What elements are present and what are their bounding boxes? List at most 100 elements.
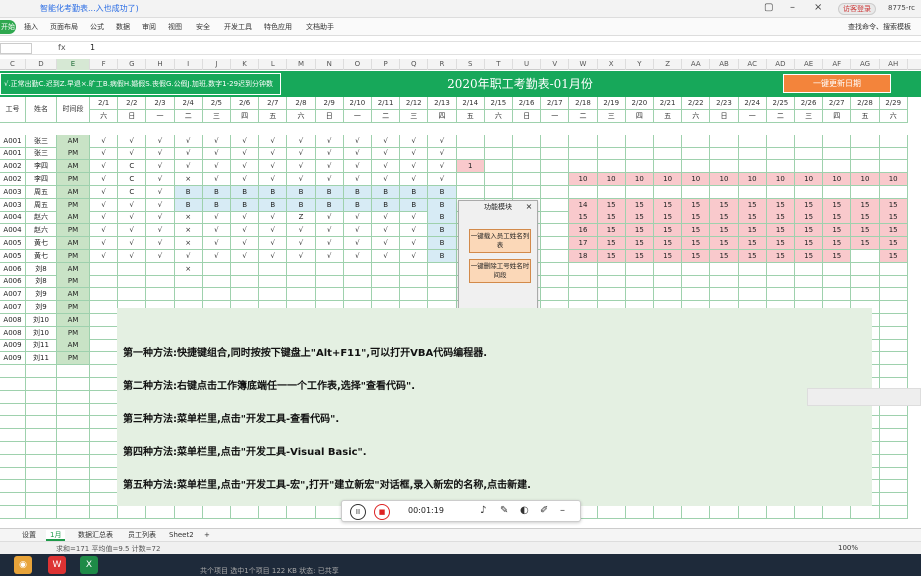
attendance-cell[interactable]: 15 [597,249,626,263]
attendance-cell[interactable]: 15 [710,198,739,212]
attendance-cell[interactable] [879,288,908,302]
cell-name[interactable]: 刘11 [26,352,57,366]
empty-cell[interactable] [823,505,852,519]
attendance-cell[interactable]: 10 [682,173,711,186]
attendance-cell[interactable]: √ [372,211,401,225]
attendance-cell[interactable]: √ [146,249,175,263]
date-header[interactable]: 2/16 [513,97,542,110]
empty-cell[interactable] [57,505,90,519]
date-header[interactable]: 2/4 [174,97,203,110]
weekday-header[interactable]: 五 [259,109,288,123]
attendance-cell[interactable] [682,147,711,161]
attendance-cell[interactable] [654,147,683,161]
column-header[interactable]: W [569,59,598,70]
attendance-cell[interactable] [823,262,852,276]
attendance-cell[interactable]: 15 [738,211,767,225]
attendance-cell[interactable]: √ [400,147,429,161]
attendance-cell[interactable]: √ [315,173,344,186]
minimize-icon[interactable]: – [560,505,565,516]
attendance-cell[interactable]: 15 [625,198,654,212]
attendance-cell[interactable]: √ [174,147,203,161]
attendance-cell[interactable]: 18 [569,249,598,263]
attendance-cell[interactable]: √ [231,237,260,250]
attendance-cell[interactable]: √ [146,237,175,250]
attendance-cell[interactable]: √ [315,211,344,225]
attendance-cell[interactable]: √ [90,134,119,148]
attendance-cell[interactable]: √ [146,198,175,212]
attendance-cell[interactable] [541,237,570,250]
delete-staff-button[interactable]: 一键删除工号姓名时间段 [469,259,531,283]
cell-id[interactable]: A005 [0,249,26,263]
cell-name[interactable]: 刘10 [26,326,57,340]
date-header[interactable]: 2/1 [90,97,119,110]
cell-id[interactable]: A001 [0,134,26,148]
column-header[interactable]: N [316,59,344,70]
attendance-cell[interactable]: √ [372,160,401,174]
attendance-cell[interactable]: 15 [710,224,739,238]
cell-period[interactable]: AM [57,288,90,302]
attendance-cell[interactable]: 15 [766,198,795,212]
weekday-header[interactable]: 日 [315,109,344,123]
attendance-cell[interactable]: √ [174,134,203,148]
attendance-cell[interactable]: 10 [738,173,767,186]
date-header[interactable]: 2/24 [738,97,767,110]
empty-cell[interactable] [879,467,908,481]
empty-cell[interactable] [259,505,288,519]
menu-insert[interactable]: 插入 [24,22,38,32]
attendance-cell[interactable] [569,185,598,199]
column-header[interactable]: AG [851,59,880,70]
attendance-cell[interactable] [654,134,683,148]
attendance-cell[interactable]: √ [315,134,344,148]
attendance-cell[interactable]: √ [287,134,316,148]
column-header[interactable]: F [90,59,119,70]
attendance-cell[interactable]: √ [202,237,231,250]
attendance-cell[interactable] [879,134,908,148]
fx-icon[interactable]: fx [58,43,66,52]
attendance-cell[interactable] [738,185,767,199]
attendance-cell[interactable] [90,288,119,302]
attendance-cell[interactable] [766,275,795,289]
attendance-cell[interactable]: √ [174,249,203,263]
attendance-cell[interactable]: 15 [879,198,908,212]
cell-id[interactable]: A005 [0,237,26,250]
attendance-cell[interactable]: B [315,185,344,199]
attendance-cell[interactable] [456,147,485,161]
weekday-header[interactable]: 四 [231,109,260,123]
attendance-cell[interactable] [118,288,147,302]
attendance-cell[interactable]: 15 [795,211,824,225]
attendance-cell[interactable]: √ [287,249,316,263]
empty-cell[interactable] [231,505,260,519]
attendance-cell[interactable]: 15 [710,237,739,250]
cell-period[interactable]: PM [57,326,90,340]
attendance-cell[interactable] [372,275,401,289]
attendance-cell[interactable] [766,262,795,276]
attendance-cell[interactable] [513,185,542,199]
empty-cell[interactable] [57,429,90,442]
attendance-cell[interactable] [795,147,824,161]
weekday-header[interactable]: 三 [202,109,231,123]
header-period[interactable]: 时间段 [57,97,90,123]
attendance-cell[interactable] [879,339,908,353]
empty-cell[interactable] [90,416,119,430]
cell-period[interactable]: AM [57,237,90,250]
empty-cell[interactable] [90,480,119,494]
cell-name[interactable]: 周五 [26,185,57,199]
weekday-header[interactable]: 六 [682,109,711,123]
attendance-cell[interactable]: 15 [682,224,711,238]
attendance-cell[interactable]: 15 [795,249,824,263]
date-header[interactable]: 2/19 [597,97,626,110]
attendance-cell[interactable] [541,185,570,199]
empty-cell[interactable] [118,505,147,519]
cell-name[interactable]: 黄七 [26,237,57,250]
attendance-cell[interactable]: √ [400,160,429,174]
column-header[interactable]: P [372,59,401,70]
attendance-cell[interactable] [795,160,824,174]
attendance-cell[interactable]: 15 [710,249,739,263]
cell-id[interactable]: A002 [0,160,26,174]
attendance-cell[interactable] [654,185,683,199]
empty-cell[interactable] [315,505,344,519]
attendance-cell[interactable] [146,288,175,302]
cell-id[interactable]: A001 [0,147,26,161]
menu-view[interactable]: 视图 [168,22,182,32]
attendance-cell[interactable]: √ [259,160,288,174]
